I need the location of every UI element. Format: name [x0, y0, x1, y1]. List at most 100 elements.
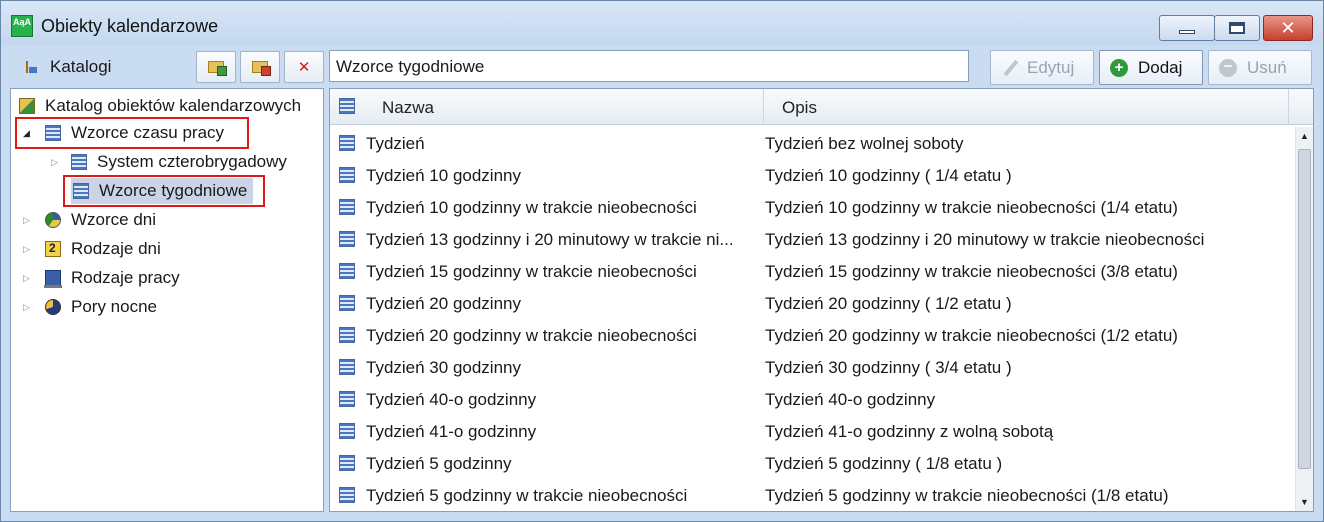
- column-separator[interactable]: [1288, 89, 1289, 125]
- add-label: Dodaj: [1138, 57, 1183, 77]
- expand-icon[interactable]: ▷: [51, 157, 61, 168]
- table-row[interactable]: Tydzień 30 godzinny Tydzień 30 godzinny (…: [330, 351, 1295, 383]
- tree-item-system-czterobrygadowy[interactable]: ▷ System czterobrygadowy: [51, 149, 287, 175]
- expand-icon[interactable]: ▷: [23, 273, 33, 284]
- catalog-toolbar: Katalogi ✕: [10, 49, 324, 85]
- expand-icon[interactable]: ▷: [23, 244, 33, 255]
- catalog-name-field[interactable]: Wzorce tygodniowe: [329, 50, 969, 82]
- tree-item-rodzaje-dni[interactable]: ▷ Rodzaje dni: [23, 236, 161, 262]
- tree-item-label: Pory nocne: [71, 297, 157, 316]
- row-description: Tydzień 15 godzinny w trakcie nieobecnoś…: [765, 262, 1178, 281]
- grid-icon: [339, 327, 355, 343]
- tree-item-wzorce-tygodniowe[interactable]: Wzorce tygodniowe: [71, 178, 254, 204]
- row-name: Tydzień 30 godzinny: [366, 358, 521, 377]
- row-name: Tydzień 15 godzinny w trakcie nieobecnoś…: [366, 262, 697, 281]
- tree-item-wzorce-czasu-pracy[interactable]: ◢ Wzorce czasu pracy: [23, 120, 224, 146]
- delete-folder-button[interactable]: ✕: [284, 51, 324, 83]
- row-description: Tydzień 40-o godzinny: [765, 390, 936, 409]
- table-row[interactable]: Tydzień 15 godzinny w trakcie nieobecnoś…: [330, 255, 1295, 287]
- row-description: Tydzień 30 godzinny ( 3/4 etatu ): [765, 358, 1012, 377]
- minimize-button[interactable]: [1159, 15, 1215, 41]
- row-name: Tydzień 20 godzinny w trakcie nieobecnoś…: [366, 326, 697, 345]
- scroll-up-icon[interactable]: ▲: [1296, 127, 1313, 145]
- catalogs-button[interactable]: Katalogi: [10, 51, 194, 83]
- row-name: Tydzień 5 godzinny w trakcie nieobecnośc…: [366, 486, 688, 505]
- delete-button[interactable]: − Usuń: [1208, 50, 1312, 85]
- patterns-list: Nazwa Opis Tydzień Tydzień bez wolnej sob…: [329, 88, 1314, 512]
- row-description: Tydzień 20 godzinny ( 1/2 etatu ): [765, 294, 1012, 313]
- expand-icon[interactable]: ▷: [23, 215, 33, 226]
- pencil-icon: [1003, 59, 1019, 76]
- tree-item-rodzaje-pracy[interactable]: ▷ Rodzaje pracy: [23, 265, 180, 291]
- row-name: Tydzień: [366, 134, 425, 153]
- catalog-icon: [19, 98, 35, 114]
- table-row[interactable]: Tydzień 20 godzinny Tydzień 20 godzinny (…: [330, 287, 1295, 319]
- tree-item-label: Wzorce tygodniowe: [99, 181, 248, 200]
- grid-icon: [339, 295, 355, 311]
- computer-icon: [44, 270, 62, 288]
- grid-icon: [339, 391, 355, 407]
- expand-icon[interactable]: ▷: [23, 302, 33, 313]
- row-description: Tydzień 5 godzinny w trakcie nieobecnośc…: [765, 486, 1169, 505]
- grid-icon: [71, 154, 87, 170]
- add-folder-button[interactable]: [196, 51, 236, 83]
- row-description: Tydzień 5 godzinny ( 1/8 etatu ): [765, 454, 1003, 473]
- grid-icon: [339, 359, 355, 375]
- edit-button[interactable]: Edytuj: [990, 50, 1094, 85]
- table-row[interactable]: Tydzień 40-o godzinny Tydzień 40-o godzin…: [330, 383, 1295, 415]
- collapse-icon[interactable]: ◢: [23, 128, 33, 139]
- row-name: Tydzień 40-o godzinny: [366, 390, 537, 409]
- table-row[interactable]: Tydzień 5 godzinny Tydzień 5 godzinny ( 1…: [330, 447, 1295, 479]
- scroll-down-icon[interactable]: ▼: [1296, 493, 1313, 511]
- tree-icon: [24, 59, 38, 75]
- plus-icon: +: [1110, 58, 1128, 77]
- row-name: Tydzień 41-o godzinny: [366, 422, 537, 441]
- table-row[interactable]: Tydzień 13 godzinny i 20 minutowy w trak…: [330, 223, 1295, 255]
- table-row[interactable]: Tydzień 20 godzinny w trakcie nieobecnoś…: [330, 319, 1295, 351]
- table-row[interactable]: Tydzień 10 godzinny Tydzień 10 godzinny (…: [330, 159, 1295, 191]
- grid-icon: [339, 135, 355, 151]
- scrollbar-thumb[interactable]: [1298, 149, 1311, 469]
- add-button[interactable]: + Dodaj: [1099, 50, 1203, 85]
- app-window: AąA Obiekty kalendarzowe ✕ Katalogi ✕ Wz…: [0, 0, 1324, 522]
- table-row[interactable]: Tydzień Tydzień bez wolnej soboty: [330, 127, 1295, 159]
- list-header: Nazwa Opis: [330, 89, 1313, 125]
- row-description: Tydzień 20 godzinny w trakcie nieobecnoś…: [765, 326, 1178, 345]
- minimize-icon: [1179, 30, 1195, 34]
- minus-icon: −: [1219, 58, 1237, 77]
- title-bar: AąA Obiekty kalendarzowe ✕: [1, 1, 1323, 45]
- night-icon: [45, 299, 61, 315]
- row-name: Tydzień 20 godzinny: [366, 294, 521, 313]
- tree-root[interactable]: Katalog obiektów kalendarzowych: [19, 93, 301, 119]
- table-row[interactable]: Tydzień 41-o godzinny Tydzień 41-o godzin…: [330, 415, 1295, 447]
- tree-item-label: Wzorce dni: [71, 210, 157, 229]
- row-name: Tydzień 13 godzinny i 20 minutowy w trak…: [366, 230, 734, 249]
- delete-label: Usuń: [1247, 57, 1287, 77]
- edit-folder-button[interactable]: [240, 51, 280, 83]
- vertical-scrollbar[interactable]: ▲ ▼: [1295, 127, 1313, 511]
- grid-icon: [339, 263, 355, 279]
- grid-icon: [339, 231, 355, 247]
- grid-icon: [339, 423, 355, 439]
- row-name: Tydzień 10 godzinny: [366, 166, 521, 185]
- window-title: Obiekty kalendarzowe: [41, 16, 219, 36]
- edit-folder-icon: [252, 61, 271, 76]
- maximize-button[interactable]: [1214, 15, 1260, 41]
- row-description: Tydzień 13 godzinny i 20 minutowy w trak…: [765, 230, 1205, 249]
- list-body: Tydzień Tydzień bez wolnej soboty Tydzień …: [330, 127, 1295, 511]
- column-separator[interactable]: [763, 89, 764, 125]
- row-description: Tydzień bez wolnej soboty: [765, 134, 964, 153]
- column-header-description[interactable]: Opis: [782, 98, 817, 118]
- edit-label: Edytuj: [1027, 57, 1075, 77]
- table-row[interactable]: Tydzień 10 godzinny w trakcie nieobecnoś…: [330, 191, 1295, 223]
- tree-item-label: System czterobrygadowy: [97, 152, 287, 171]
- column-chooser-icon[interactable]: [339, 98, 355, 114]
- delete-icon: ✕: [297, 59, 311, 76]
- catalogs-label: Katalogi: [50, 57, 112, 76]
- column-header-name[interactable]: Nazwa: [382, 98, 434, 118]
- tree-item-wzorce-dni[interactable]: ▷ Wzorce dni: [23, 207, 156, 233]
- tree-item-pory-nocne[interactable]: ▷ Pory nocne: [23, 294, 157, 320]
- calendar-icon: [45, 241, 61, 257]
- table-row[interactable]: Tydzień 5 godzinny w trakcie nieobecnośc…: [330, 479, 1295, 511]
- close-button[interactable]: ✕: [1263, 15, 1313, 41]
